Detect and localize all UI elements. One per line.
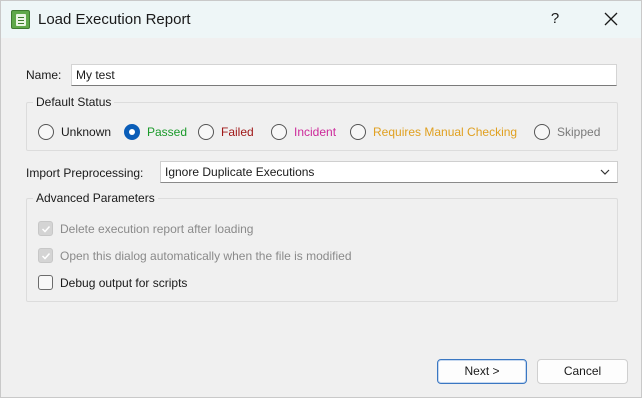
close-icon (604, 12, 618, 26)
radio-unknown-label[interactable]: Unknown (61, 125, 111, 139)
radio-requires-manual-checking[interactable] (350, 124, 366, 140)
delete-report-checkbox[interactable] (38, 221, 53, 236)
radio-incident-label[interactable]: Incident (294, 125, 336, 139)
help-button[interactable]: ? (543, 8, 567, 30)
radio-skipped[interactable] (534, 124, 550, 140)
dialog-window: Load Execution Report ? Name: My test De… (0, 0, 642, 398)
name-input[interactable]: My test (71, 64, 617, 86)
default-status-title: Default Status (33, 95, 115, 109)
import-preprocessing-value: Ignore Duplicate Executions (165, 165, 315, 179)
radio-failed[interactable] (198, 124, 214, 140)
name-label: Name: (26, 68, 62, 82)
next-button[interactable]: Next > (437, 359, 527, 384)
radio-passed-label[interactable]: Passed (147, 125, 187, 139)
radio-passed[interactable] (124, 124, 140, 140)
import-preprocessing-select[interactable]: Ignore Duplicate Executions (160, 161, 618, 183)
checkmark-icon (41, 252, 51, 260)
auto-open-dialog-label: Open this dialog automatically when the … (60, 249, 352, 263)
import-preprocessing-label: Import Preprocessing: (26, 166, 144, 180)
window-title: Load Execution Report (38, 11, 191, 28)
radio-requires-manual-checking-label[interactable]: Requires Manual Checking (373, 125, 517, 139)
chevron-down-icon (600, 169, 610, 175)
debug-output-label[interactable]: Debug output for scripts (60, 276, 187, 290)
report-app-icon (11, 10, 30, 29)
title-bar[interactable]: Load Execution Report ? (1, 1, 641, 38)
radio-failed-label[interactable]: Failed (221, 125, 254, 139)
close-button[interactable] (599, 8, 623, 30)
debug-output-checkbox[interactable] (38, 275, 53, 290)
radio-incident[interactable] (271, 124, 287, 140)
delete-report-label: Delete execution report after loading (60, 222, 254, 236)
radio-unknown[interactable] (38, 124, 54, 140)
radio-skipped-label[interactable]: Skipped (557, 125, 600, 139)
auto-open-dialog-checkbox[interactable] (38, 248, 53, 263)
advanced-parameters-title: Advanced Parameters (33, 191, 158, 205)
cancel-button[interactable]: Cancel (537, 359, 628, 384)
checkmark-icon (41, 225, 51, 233)
